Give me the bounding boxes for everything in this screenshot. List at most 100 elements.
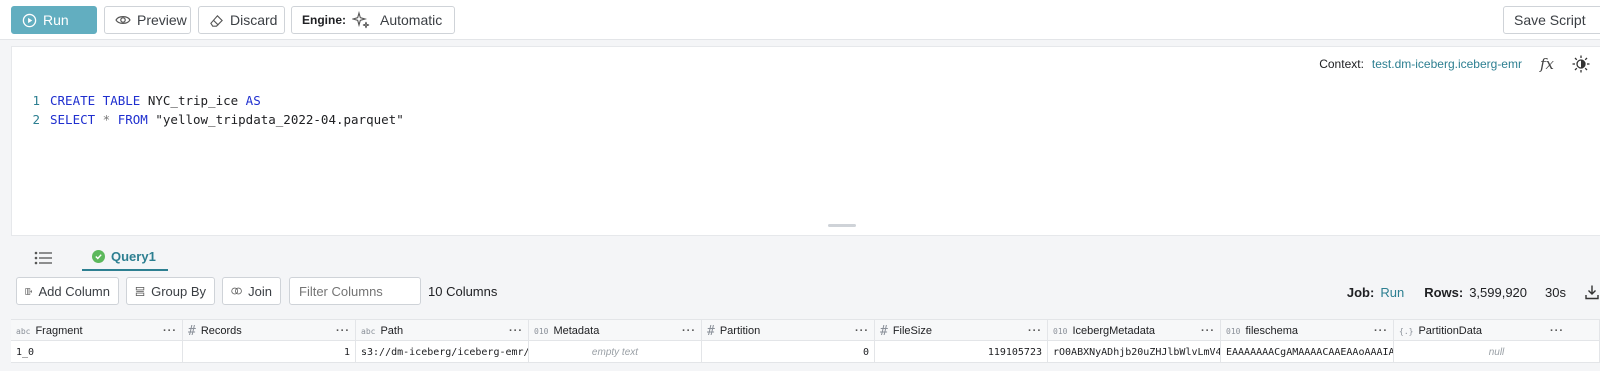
column-header-label: fileschema [1245, 325, 1299, 337]
table-cell[interactable]: 119105723 [875, 341, 1048, 363]
add-column-icon [25, 287, 33, 295]
engine-value: Automatic [380, 12, 443, 28]
code-area[interactable]: 1 CREATE TABLE NYC_trip_ice AS 2 SELECT … [12, 91, 404, 129]
column-header[interactable]: 010 fileschema ··· [1221, 320, 1394, 342]
sql-keyword: CREATE TABLE [50, 93, 141, 108]
theme-toggle-icon[interactable] [1572, 55, 1590, 73]
column-header-label: Fragment [35, 325, 83, 337]
column-header[interactable]: # FileSize ··· [875, 320, 1048, 342]
type-text-icon: abc [16, 326, 31, 336]
discard-button[interactable]: Discard [198, 6, 285, 34]
sql-operator: * [95, 112, 118, 127]
job-run-link[interactable]: Run [1380, 285, 1404, 300]
line-number: 1 [32, 93, 40, 108]
table-cell[interactable]: 1 [183, 341, 356, 363]
column-header[interactable]: 010 IcebergMetadata ··· [1048, 320, 1221, 342]
type-number-icon: # [880, 323, 888, 339]
function-icon[interactable]: fx [1540, 55, 1554, 73]
save-script-button[interactable]: Save Script [1503, 6, 1600, 34]
table-cell[interactable]: empty text [529, 341, 702, 363]
more-icon[interactable]: ··· [1201, 325, 1215, 337]
column-header[interactable]: {.} PartitionData ··· [1394, 320, 1600, 342]
line-number: 2 [32, 112, 40, 127]
table-cell[interactable]: EAAAAAAACgAMAAAACAAEAAoAAAIA [1221, 341, 1394, 363]
grid-header: abc Fragment ··· # Records ··· abc Path ··· 01… [11, 319, 1600, 342]
sql-keyword: AS [245, 93, 261, 108]
column-header[interactable]: abc Fragment ··· [11, 320, 183, 342]
type-text-icon: abc [361, 326, 376, 336]
eraser-icon [210, 14, 223, 27]
results-toolbar: Add Column Group By Join 10 Columns Job:… [0, 272, 1600, 310]
resize-handle[interactable] [828, 224, 856, 227]
column-header-label: IcebergMetadata [1072, 325, 1156, 337]
column-header-label: Partition [719, 325, 761, 337]
duration: 30s [1545, 284, 1566, 300]
play-icon [22, 13, 37, 27]
column-header-label: Records [200, 325, 242, 337]
tab-query1-label: Query1 [111, 249, 156, 264]
list-icon[interactable] [34, 251, 52, 265]
column-header[interactable]: # Records ··· [183, 320, 356, 342]
table-cell[interactable]: 0 [702, 341, 875, 363]
engine-label: Engine: [302, 13, 346, 27]
run-button[interactable]: Run [11, 6, 97, 34]
table-cell[interactable]: 1_0 [11, 341, 183, 363]
tab-query1[interactable]: Query1 [82, 244, 168, 271]
type-number-icon: # [188, 323, 196, 339]
column-header-label: PartitionData [1418, 325, 1483, 337]
sparkle-icon [352, 11, 370, 29]
column-count: 10 Columns [428, 284, 498, 299]
more-icon[interactable]: ··· [336, 325, 350, 337]
table-cell[interactable]: s3://dm-iceberg/iceberg-emr/NY [356, 341, 529, 363]
code-line: 2 SELECT * FROM "yellow_tripdata_2022-04… [12, 110, 404, 129]
run-label: Run [43, 12, 69, 28]
table-cell[interactable]: null [1394, 341, 1600, 363]
chevron-down-icon [454, 16, 455, 24]
type-struct-icon: {.} [1399, 326, 1414, 336]
add-column-label: Add Column [38, 283, 110, 299]
table-cell[interactable]: rO0ABXNyADhjb20uZHJlbWlvLmV4Z [1048, 341, 1221, 363]
column-header-label: Path [380, 325, 404, 337]
more-icon[interactable]: ··· [855, 325, 869, 337]
code-line: 1 CREATE TABLE NYC_trip_ice AS [12, 91, 404, 110]
group-by-button[interactable]: Group By [126, 277, 215, 305]
column-header[interactable]: # Partition ··· [702, 320, 875, 342]
more-icon[interactable]: ··· [682, 325, 696, 337]
context-value[interactable]: test.dm-iceberg.iceberg-emr [1372, 57, 1522, 71]
more-icon[interactable]: ··· [1028, 325, 1042, 337]
sql-keyword: FROM [117, 112, 148, 127]
join-button[interactable]: Join [222, 277, 281, 305]
sql-text: NYC_trip_ice [140, 93, 246, 108]
context-label: Context: [1319, 57, 1364, 71]
column-header[interactable]: 010 Metadata ··· [529, 320, 702, 342]
discard-label: Discard [230, 12, 278, 28]
column-header-label: FileSize [892, 325, 932, 337]
column-header-label: Metadata [553, 325, 600, 337]
table-row[interactable]: 1_0 1 s3://dm-iceberg/iceberg-emr/NY emp… [11, 341, 1600, 363]
type-binary-icon: 010 [534, 326, 549, 336]
add-column-button[interactable]: Add Column [16, 277, 119, 305]
group-by-label: Group By [151, 283, 206, 299]
download-icon[interactable] [1584, 284, 1600, 300]
more-icon[interactable]: ··· [1550, 325, 1564, 337]
results-grid: abc Fragment ··· # Records ··· abc Path ··· 01… [11, 319, 1600, 363]
job-label: Job: [1346, 284, 1375, 300]
more-icon[interactable]: ··· [163, 325, 177, 337]
sql-editor[interactable]: Context: test.dm-iceberg.iceberg-emr fx … [11, 46, 1600, 236]
sql-keyword: SELECT [50, 112, 96, 127]
column-header[interactable]: abc Path ··· [356, 320, 529, 342]
context-bar: Context: test.dm-iceberg.iceberg-emr fx [1319, 55, 1590, 73]
sql-string: "yellow_tripdata_2022-04.parquet" [147, 112, 404, 127]
rows-label: Rows: [1424, 284, 1464, 300]
save-label: Save Script [1514, 12, 1586, 28]
group-by-icon [135, 286, 145, 296]
more-icon[interactable]: ··· [509, 325, 523, 337]
preview-button[interactable]: Preview [104, 6, 191, 34]
join-icon [231, 287, 242, 295]
toolbar: Run Preview Discard Engine: Automatic Sa… [0, 0, 1600, 40]
more-icon[interactable]: ··· [1374, 325, 1388, 337]
type-binary-icon: 010 [1226, 326, 1241, 336]
filter-columns-input[interactable] [289, 277, 421, 305]
rows-value: 3,599,920 [1469, 284, 1528, 300]
engine-select[interactable]: Engine: Automatic [291, 6, 455, 34]
